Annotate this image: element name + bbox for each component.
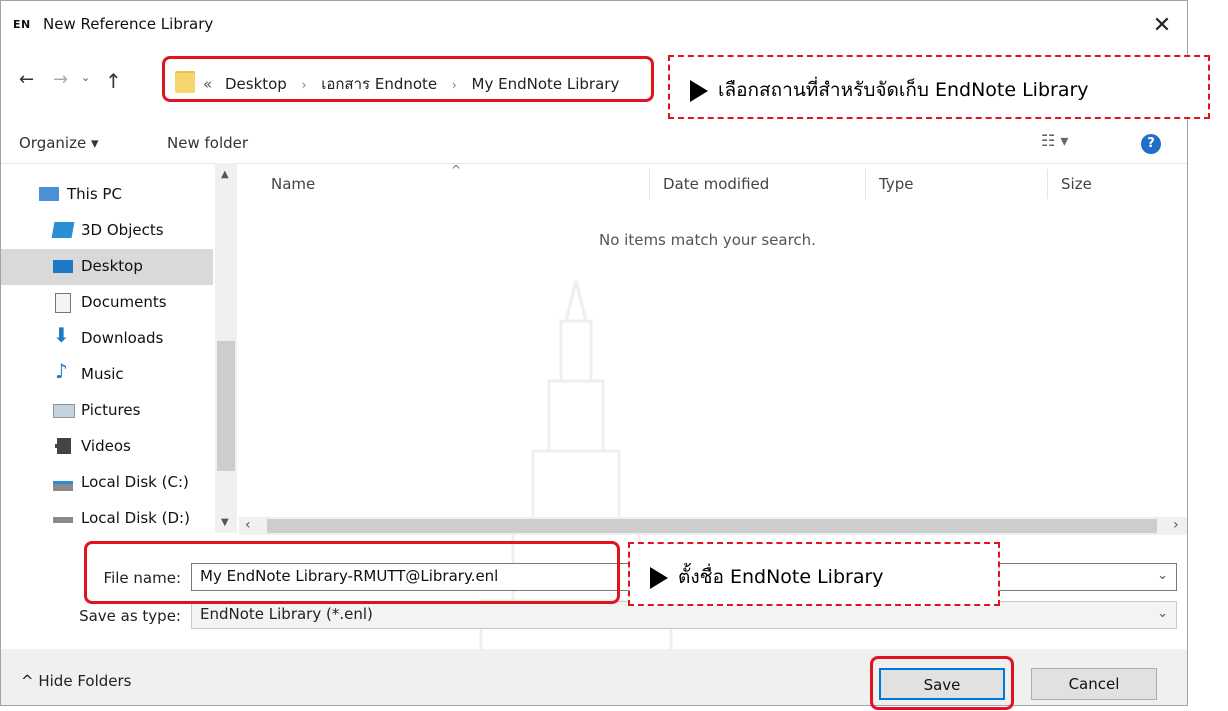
organize-menu-button[interactable]: Organize ▾ (19, 134, 99, 152)
chevron-down-icon[interactable]: ⌄ (1157, 568, 1168, 583)
sidebar-item-videos[interactable]: Videos (1, 429, 213, 465)
sidebar-item-documents[interactable]: Documents (1, 285, 213, 321)
location-annotation-text: เลือกสถานที่สำหรับจัดเก็บ EndNote Librar… (718, 79, 1089, 101)
column-header-date-modified[interactable]: Date modified (663, 175, 769, 193)
navigation-pane: This PC 3D Objects Desktop Documents ⬇ D… (1, 163, 239, 533)
close-icon[interactable]: ✕ (1147, 11, 1177, 41)
column-header-name[interactable]: Name (271, 175, 315, 193)
recent-locations-icon[interactable]: ⌄ (81, 71, 90, 84)
sidebar-item-local-disk-d[interactable]: Local Disk (D:) (1, 501, 213, 537)
cube-icon (51, 222, 75, 238)
horizontal-scroll-thumb[interactable] (267, 519, 1157, 533)
column-divider[interactable] (865, 169, 866, 199)
sidebar-item-label: Local Disk (D:) (81, 509, 190, 527)
horizontal-scrollbar[interactable]: ‹ › (239, 517, 1187, 535)
new-folder-button[interactable]: New folder (167, 134, 248, 152)
arrow-right-icon (690, 79, 708, 102)
sidebar-item-label: Local Disk (C:) (81, 473, 189, 491)
sidebar-item-label: Videos (81, 437, 131, 455)
column-divider[interactable] (649, 169, 650, 199)
scroll-up-arrow-icon[interactable]: ▲ (221, 169, 229, 180)
file-list: ^ Name Date modified Type Size No items … (239, 163, 1187, 533)
sidebar-item-3d-objects[interactable]: 3D Objects (1, 213, 213, 249)
sidebar-item-label: Downloads (81, 329, 164, 347)
music-icon: ♪ (55, 359, 68, 383)
window-title: New Reference Library (43, 15, 214, 33)
column-divider[interactable] (1047, 169, 1048, 199)
sidebar-item-this-pc[interactable]: This PC (1, 177, 213, 213)
location-annotation: เลือกสถานที่สำหรับจัดเก็บ EndNote Librar… (668, 55, 1210, 119)
sidebar-item-label: This PC (67, 185, 122, 203)
sidebar-item-label: Documents (81, 293, 167, 311)
sidebar-item-downloads[interactable]: ⬇ Downloads (1, 321, 213, 357)
download-icon: ⬇ (53, 323, 70, 347)
column-header-type[interactable]: Type (879, 175, 913, 193)
endnote-app-icon: EN (13, 18, 31, 31)
sidebar-item-label: Music (81, 365, 124, 383)
hide-folders-label: Hide Folders (38, 672, 132, 690)
sidebar-scrollbar[interactable]: ▲ ▼ (215, 163, 237, 533)
help-icon[interactable]: ? (1141, 134, 1161, 154)
video-icon (55, 438, 71, 454)
sidebar-item-label: Pictures (81, 401, 141, 419)
save-as-type-label: Save as type: (79, 607, 181, 625)
sidebar-item-label: 3D Objects (81, 221, 164, 239)
chevron-up-icon: ^ (21, 672, 34, 690)
sort-ascending-icon: ^ (451, 163, 462, 177)
up-arrow-icon[interactable]: ↑ (105, 69, 122, 93)
sidebar-item-music[interactable]: ♪ Music (1, 357, 213, 393)
sidebar-item-local-disk-c[interactable]: Local Disk (C:) (1, 465, 213, 501)
save-as-type-value: EndNote Library (*.enl) (200, 605, 373, 623)
sidebar-scroll-thumb[interactable] (217, 341, 235, 471)
sidebar-item-pictures[interactable]: Pictures (1, 393, 213, 429)
empty-folder-message: No items match your search. (599, 231, 816, 249)
scroll-right-arrow-icon[interactable]: › (1173, 517, 1179, 533)
document-icon (55, 293, 71, 313)
chevron-down-icon[interactable]: ⌄ (1157, 606, 1168, 621)
disk-c-icon (53, 481, 73, 491)
save-highlight-box (870, 656, 1014, 710)
view-options-icon[interactable]: ☷ ▾ (1041, 131, 1068, 150)
file-name-highlight-box (84, 541, 620, 604)
pictures-icon (53, 404, 75, 418)
back-arrow-icon[interactable]: ← (19, 69, 34, 90)
column-header-size[interactable]: Size (1061, 175, 1092, 193)
command-toolbar: Organize ▾ New folder ☷ ▾ ? (1, 123, 1187, 164)
cancel-button[interactable]: Cancel (1031, 668, 1157, 700)
desktop-icon (53, 260, 73, 273)
arrow-right-icon (650, 566, 668, 589)
address-highlight-box (162, 56, 654, 102)
computer-icon (39, 187, 59, 201)
disk-d-icon (53, 517, 73, 523)
hide-folders-button[interactable]: ^ Hide Folders (21, 672, 132, 690)
name-annotation: ตั้งชื่อ EndNote Library (628, 542, 1000, 606)
sidebar-item-label: Desktop (81, 257, 143, 275)
title-bar: EN New Reference Library ✕ (1, 1, 1187, 51)
scroll-left-arrow-icon[interactable]: ‹ (245, 517, 251, 533)
sidebar-item-desktop[interactable]: Desktop (1, 249, 213, 285)
forward-arrow-icon[interactable]: → (53, 69, 68, 90)
name-annotation-text: ตั้งชื่อ EndNote Library (678, 566, 884, 588)
scroll-down-arrow-icon[interactable]: ▼ (221, 517, 229, 528)
